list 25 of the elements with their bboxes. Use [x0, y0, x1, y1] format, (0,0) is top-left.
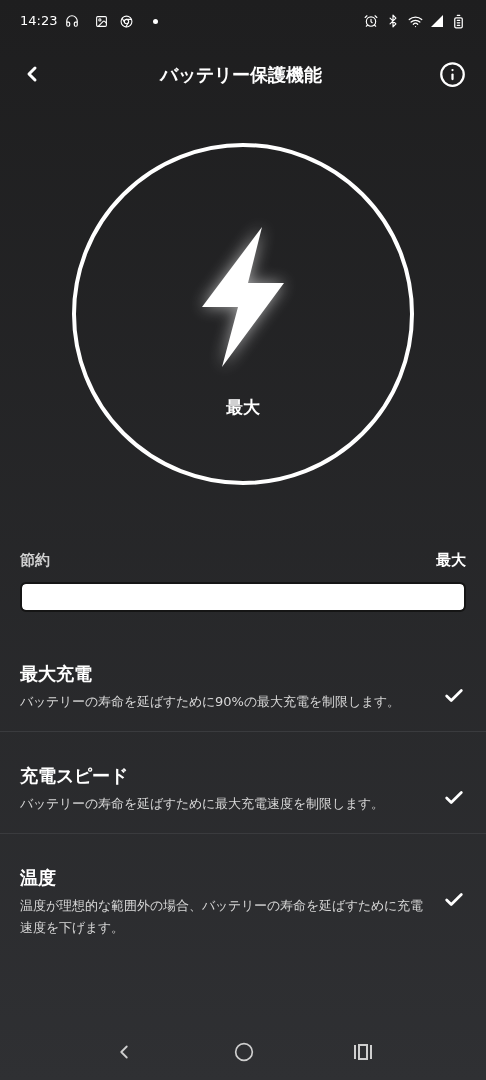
info-icon — [438, 60, 466, 88]
option-title: 充電スピード — [20, 763, 129, 788]
headphones-icon — [65, 14, 80, 28]
recents-icon — [352, 1044, 373, 1060]
signal-icon — [431, 15, 443, 27]
option-title: 最大充電 — [20, 661, 93, 686]
page-title: バッテリー保護機能 — [158, 62, 323, 87]
slider-max-label: 最大 — [436, 550, 466, 571]
lightning-icon — [202, 227, 284, 368]
nav-recents-button[interactable] — [352, 1044, 373, 1060]
slider-min-label: 節約 — [20, 550, 50, 571]
option-description: バッテリーの寿命を延ばすために最大充電速度を制限します。 — [20, 794, 385, 813]
option-description: バッテリーの寿命を延ばすために90%の最大充電を制限します。 — [20, 692, 401, 711]
home-icon — [234, 1042, 254, 1062]
browser-icon — [120, 14, 134, 28]
info-button[interactable] — [438, 60, 466, 88]
nav-home-button[interactable] — [234, 1042, 254, 1062]
battery-icon — [451, 13, 466, 29]
status-time: 14:23 — [20, 12, 58, 31]
option-title: 温度 — [20, 865, 57, 890]
option-description: 温度が理想的な範囲外の場合、バッテリーの寿命を延ばすために充電速度を下げます。 — [20, 896, 424, 937]
picture-icon — [95, 14, 109, 28]
alarm-icon — [364, 14, 378, 28]
wifi-icon — [408, 13, 423, 29]
gauge-label: 最大 — [226, 396, 260, 420]
